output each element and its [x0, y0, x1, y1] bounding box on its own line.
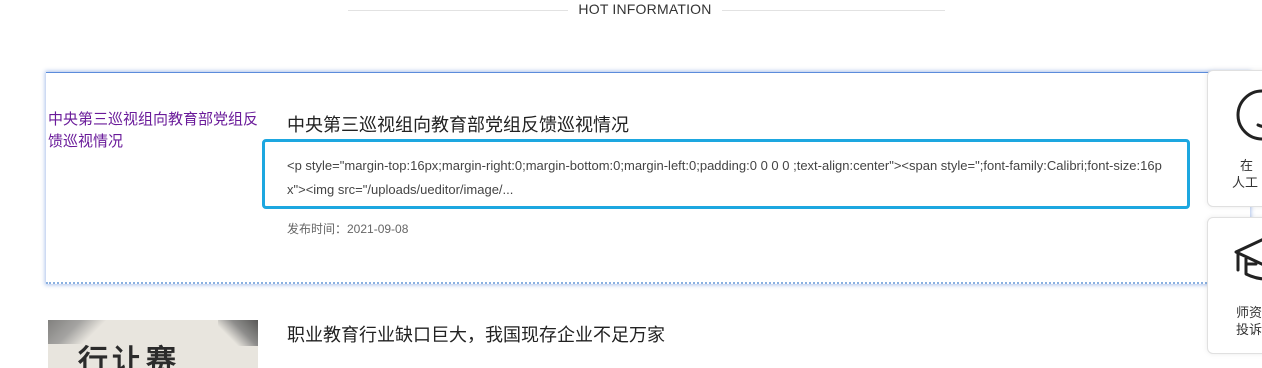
complaint-widget[interactable]: 师资 投诉 — [1207, 217, 1262, 354]
graduation-cap-icon — [1234, 238, 1262, 281]
smiley-icon — [1236, 89, 1262, 141]
widget-label-line: 投诉 — [1236, 322, 1262, 337]
thumbnail-calligraphy: 行让赛 — [78, 344, 180, 368]
news-item[interactable]: 中央第三巡视组向教育部党组反馈巡视情况 中央第三巡视组向教育部党组反馈巡视情况 … — [46, 72, 1250, 284]
widget-label-line: 师资 — [1236, 305, 1262, 320]
widget-label-line: 人工 — [1232, 175, 1259, 190]
news-date: 发布时间：2021-09-08 — [287, 222, 409, 236]
news-title[interactable]: 职业教育行业缺口巨大，我国现存企业不足万家 — [287, 321, 665, 347]
news-summary: <p style="margin-top:16px;margin-right:0… — [262, 139, 1190, 209]
online-service-widget[interactable]: 在 人工 — [1207, 70, 1262, 207]
news-title[interactable]: 中央第三巡视组向教育部党组反馈巡视情况 — [287, 111, 629, 137]
news-item[interactable]: 行让赛 职业教育行业缺口巨大，我国现存企业不足万家 — [46, 320, 1250, 368]
complaint-label: 师资 投诉 — [1236, 304, 1262, 338]
header-divider-right — [722, 10, 945, 11]
section-title: HOT INFORMATION — [578, 1, 712, 17]
widget-label-line: 在 — [1240, 158, 1254, 173]
header-divider-left — [348, 10, 568, 11]
online-service-label: 在 人工 — [1232, 157, 1262, 191]
section-header: HOT INFORMATION — [348, 0, 945, 20]
ink-brush-decoration — [218, 320, 258, 346]
news-thumbnail[interactable]: 行让赛 — [48, 320, 258, 368]
news-thumbnail-alt-link[interactable]: 中央第三巡视组向教育部党组反馈巡视情况 — [48, 109, 258, 153]
